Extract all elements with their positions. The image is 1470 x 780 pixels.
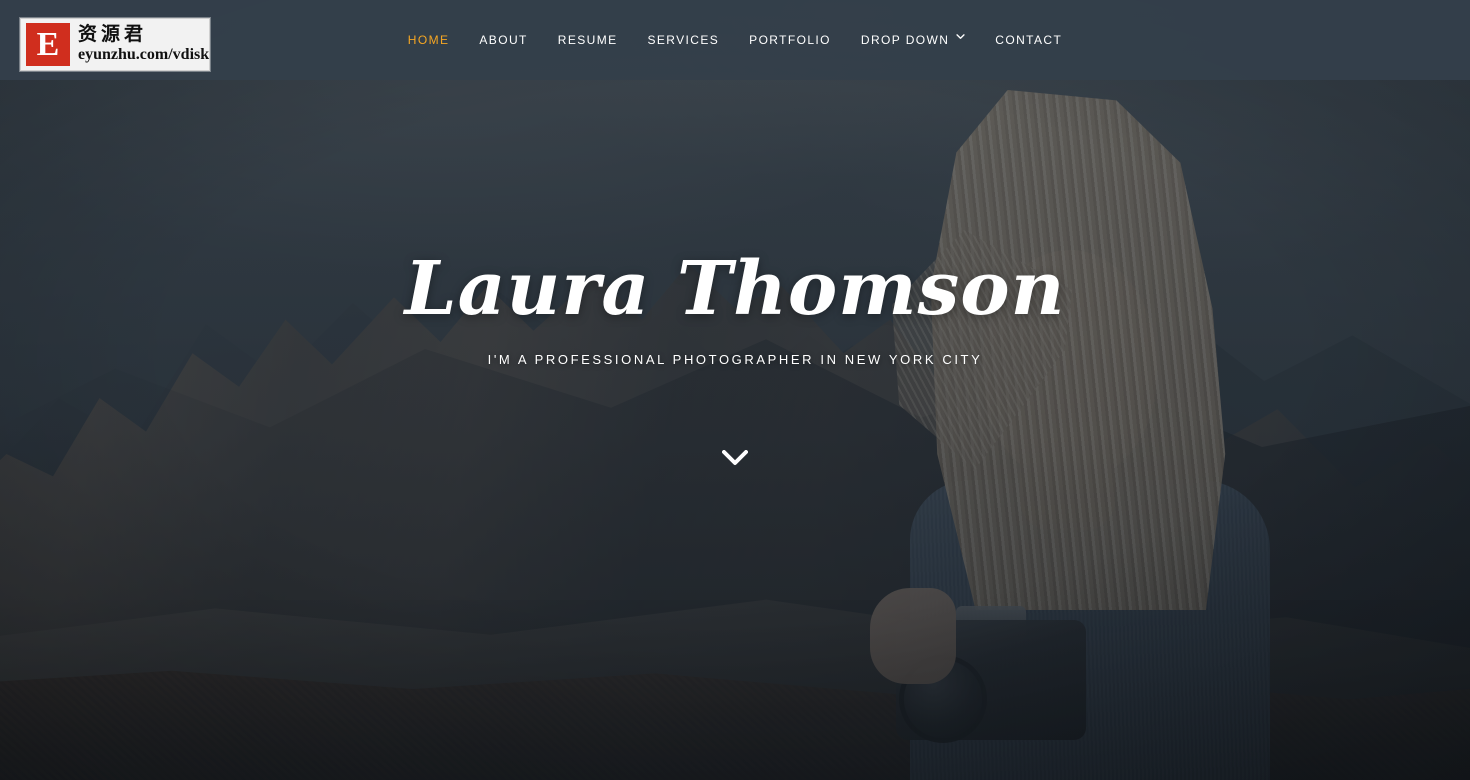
watermark-chinese-name: 资源君 — [78, 23, 148, 46]
nav-item-contact[interactable]: CONTACT — [980, 0, 1077, 80]
nav-item-home[interactable]: HOME — [393, 0, 465, 80]
watermark-badge-icon: E — [26, 23, 70, 66]
watermark-url: eyunzhu.com/vdisk — [78, 46, 210, 64]
hero-content: Laura Thomson I'M A PROFESSIONAL PHOTOGR… — [0, 246, 1470, 367]
main-navigation: HOME ABOUT RESUME SERVICES PORTFOLIO DROP DOW… — [0, 0, 1470, 80]
watermark-text: 资源君 eyunzhu.com/vdisk — [78, 23, 210, 64]
hero-section: HOME ABOUT RESUME SERVICES PORTFOLIO DROP DOW… — [0, 0, 1470, 780]
chevron-down-icon — [956, 33, 965, 43]
chevron-down-icon — [722, 449, 748, 471]
nav-item-label: CONTACT — [995, 33, 1063, 47]
watermark-badge-letter: E — [36, 25, 60, 63]
nav-item-label: RESUME — [557, 33, 618, 47]
nav-item-label: DROP DOWN — [860, 33, 950, 47]
scroll-down-button[interactable] — [715, 440, 755, 480]
nav-item-resume[interactable]: RESUME — [543, 0, 633, 80]
watermark-logo: E 资源君 eyunzhu.com/vdisk — [20, 18, 210, 71]
nav-item-label: PORTFOLIO — [749, 33, 831, 47]
hero-title: Laura Thomson — [404, 246, 1066, 332]
hero-subtitle: I'M A PROFESSIONAL PHOTOGRAPHER IN NEW Y… — [487, 351, 983, 367]
nav-item-label: HOME — [407, 33, 450, 47]
nav-item-label: SERVICES — [647, 33, 720, 47]
site-header: HOME ABOUT RESUME SERVICES PORTFOLIO DROP DOW… — [0, 0, 1470, 80]
nav-item-drop-down[interactable]: DROP DOWN — [846, 0, 980, 80]
nav-item-services[interactable]: SERVICES — [633, 0, 735, 80]
hero-vignette — [0, 0, 1470, 780]
nav-item-label: ABOUT — [479, 33, 528, 47]
nav-item-about[interactable]: ABOUT — [464, 0, 542, 80]
nav-item-portfolio[interactable]: PORTFOLIO — [734, 0, 846, 80]
